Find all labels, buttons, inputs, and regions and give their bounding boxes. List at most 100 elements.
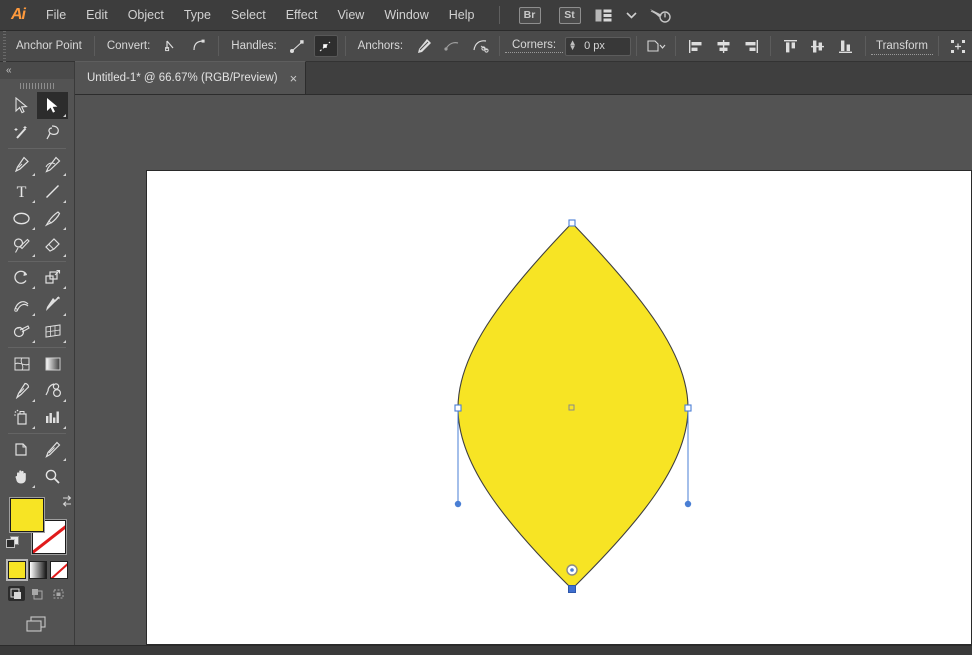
menu-item-edit[interactable]: Edit <box>76 0 118 31</box>
corner-radius-field[interactable]: ▲▼ 0 px <box>565 37 631 56</box>
gradient-tool[interactable] <box>37 350 68 377</box>
line-segment-tool[interactable] <box>37 178 68 205</box>
corner-radius-value[interactable]: 0 px <box>579 40 605 52</box>
symbol-sprayer-tool[interactable] <box>6 404 37 431</box>
align-bottom-button[interactable] <box>834 35 858 57</box>
divider <box>636 36 637 56</box>
menu-item-help[interactable]: Help <box>439 0 485 31</box>
tools-panel-grabber[interactable] <box>0 79 74 92</box>
hand-tool[interactable] <box>6 463 37 490</box>
isolate-selected-object-button[interactable] <box>644 35 668 57</box>
perspective-grid-tool[interactable] <box>37 318 68 345</box>
slice-tool[interactable] <box>37 436 68 463</box>
connect-selected-endpoints-button[interactable] <box>440 35 464 57</box>
status-bar <box>0 645 972 655</box>
convert-to-smooth-button[interactable] <box>187 35 211 57</box>
divider <box>8 261 66 262</box>
tool-flyout-indicator <box>63 340 66 343</box>
shaper-tool[interactable] <box>6 232 37 259</box>
zoom-tool[interactable] <box>37 463 68 490</box>
change-screen-mode-button[interactable] <box>22 615 52 640</box>
shape-builder-tool[interactable] <box>6 318 37 345</box>
control-bar-grabber[interactable] <box>0 31 9 62</box>
align-horizontal-center-button[interactable] <box>711 35 735 57</box>
workspace-switcher-icon[interactable] <box>592 5 616 25</box>
draw-inside-button[interactable] <box>50 586 67 601</box>
menu-item-object[interactable]: Object <box>118 0 174 31</box>
show-handles-button[interactable] <box>286 35 310 57</box>
search-help-icon[interactable] <box>648 5 672 25</box>
align-vertical-center-button[interactable] <box>806 35 830 57</box>
anchor-top[interactable] <box>569 220 575 226</box>
align-left-button[interactable] <box>683 35 707 57</box>
leaf-shape[interactable] <box>458 223 688 589</box>
fill-swatch[interactable] <box>10 498 44 532</box>
divider <box>218 36 219 56</box>
selection-tool[interactable] <box>6 92 37 119</box>
close-icon[interactable]: × <box>290 72 298 85</box>
tool-flyout-indicator <box>63 114 66 117</box>
menu-item-window[interactable]: Window <box>374 0 438 31</box>
magic-wand-tool[interactable] <box>6 119 37 146</box>
draw-behind-button[interactable] <box>29 586 46 601</box>
anchor-bottom[interactable] <box>569 586 576 593</box>
anchor-right[interactable] <box>685 405 691 411</box>
type-tool[interactable]: T <box>6 178 37 205</box>
canvas-area[interactable] <box>75 95 972 645</box>
pen-tool[interactable] <box>6 151 37 178</box>
eyedropper-tool[interactable] <box>6 377 37 404</box>
divider <box>499 36 500 56</box>
bridge-icon[interactable]: Br <box>519 7 541 24</box>
artboard[interactable] <box>146 170 972 645</box>
menu-item-effect[interactable]: Effect <box>276 0 328 31</box>
fill-color-mode-button[interactable] <box>8 561 26 579</box>
column-graph-tool[interactable] <box>37 404 68 431</box>
mesh-tool[interactable] <box>6 350 37 377</box>
tool-flyout-indicator <box>32 200 35 203</box>
reshape-handles-button[interactable] <box>946 35 970 57</box>
chevron-down-icon[interactable] <box>620 5 644 25</box>
menu-item-view[interactable]: View <box>327 0 374 31</box>
menu-item-type[interactable]: Type <box>174 0 221 31</box>
swap-fill-stroke-icon[interactable] <box>60 494 74 508</box>
eraser-tool[interactable] <box>37 232 68 259</box>
align-right-button[interactable] <box>739 35 763 57</box>
anchor-left[interactable] <box>455 405 461 411</box>
control-bar-title: Anchor Point <box>9 40 89 52</box>
rotate-tool[interactable] <box>6 264 37 291</box>
curvature-tool[interactable] <box>37 151 68 178</box>
convert-to-corner-button[interactable] <box>159 35 183 57</box>
width-tool[interactable] <box>6 291 37 318</box>
paintbrush-tool[interactable] <box>37 205 68 232</box>
stock-icon[interactable]: St <box>559 7 581 24</box>
handle-right[interactable] <box>685 501 691 507</box>
tool-flyout-indicator <box>32 173 35 176</box>
none-mode-button[interactable] <box>50 561 68 579</box>
lasso-tool[interactable] <box>37 119 68 146</box>
hide-handles-button[interactable] <box>314 35 338 57</box>
draw-normal-button[interactable] <box>8 586 25 601</box>
ellipse-tool[interactable] <box>6 205 37 232</box>
direct-selection-tool[interactable] <box>37 92 68 119</box>
cut-path-at-anchors-button[interactable] <box>468 35 492 57</box>
document-tab-title: Untitled-1* @ 66.67% (RGB/Preview) <box>87 72 278 84</box>
menu-item-file[interactable]: File <box>36 0 76 31</box>
tool-flyout-indicator <box>63 458 66 461</box>
corner-radius-stepper[interactable]: ▲▼ <box>566 41 579 51</box>
divider <box>8 148 66 149</box>
document-tab[interactable]: Untitled-1* @ 66.67% (RGB/Preview) × <box>75 61 306 94</box>
handle-left[interactable] <box>455 501 461 507</box>
free-transform-tool[interactable] <box>37 291 68 318</box>
tool-flyout-indicator <box>32 254 35 257</box>
gradient-mode-button[interactable] <box>29 561 47 579</box>
collapse-panel-button[interactable]: « <box>0 62 74 79</box>
remove-selected-anchors-button[interactable] <box>412 35 436 57</box>
default-fill-stroke-icon[interactable] <box>6 536 19 549</box>
artboard-tool[interactable] <box>6 436 37 463</box>
menu-item-select[interactable]: Select <box>221 0 276 31</box>
tool-flyout-indicator <box>63 173 66 176</box>
align-top-button[interactable] <box>778 35 802 57</box>
scale-tool[interactable] <box>37 264 68 291</box>
transform-button[interactable]: Transform <box>871 38 933 55</box>
blend-tool[interactable] <box>37 377 68 404</box>
